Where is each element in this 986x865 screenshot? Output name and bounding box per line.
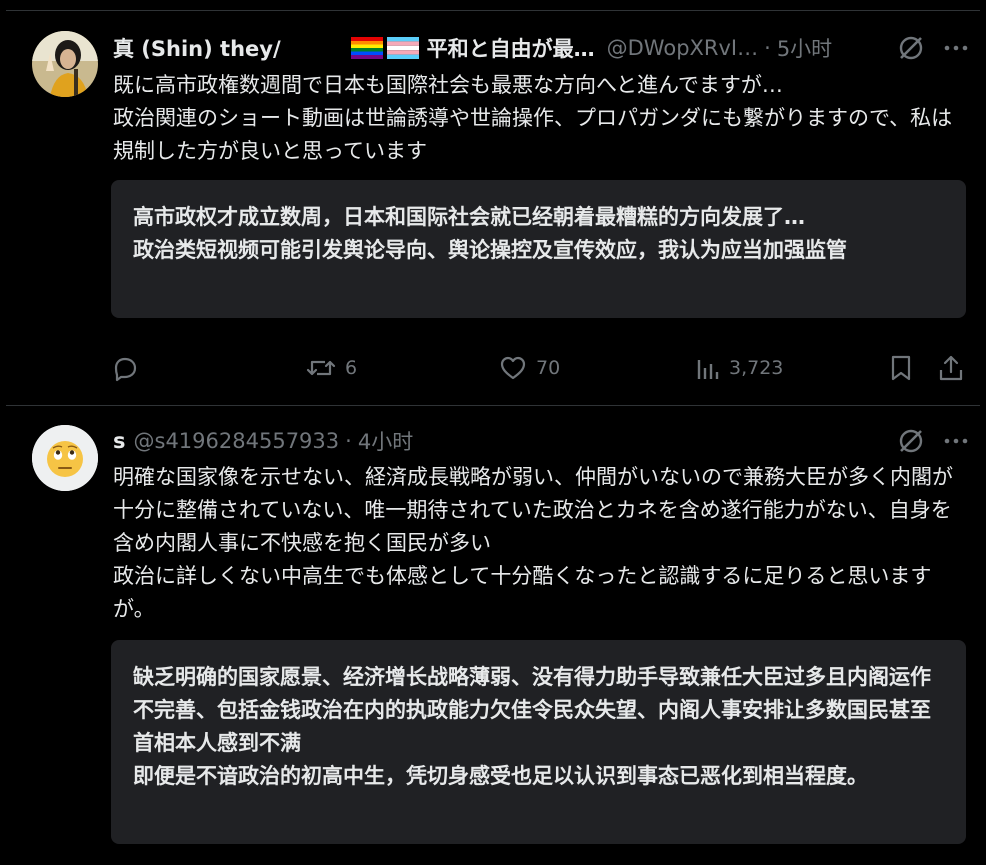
post-time[interactable]: 5小时: [777, 33, 832, 63]
header-actions: [898, 33, 968, 63]
like-count: 70: [536, 357, 561, 379]
blurred-name-segment: [283, 37, 351, 59]
eye-roll-emoji-icon: [32, 425, 98, 491]
translation-box: 缺乏明确的国家愿景、经济增长战略薄弱、没有得力助手导致兼任大臣过多且内阁运作不完…: [111, 640, 966, 844]
analytics-icon: [695, 354, 721, 382]
display-name[interactable]: s: [113, 429, 126, 453]
post-actions: 6 70 3,723: [110, 351, 968, 385]
translation-box: 高市政权才成立数周，日本和国际社会就已经朝着最糟糕的方向发展了… 政治类短视频可…: [111, 180, 966, 318]
avatar[interactable]: [32, 425, 98, 491]
like-button[interactable]: 70: [498, 351, 560, 385]
views-button[interactable]: 3,723: [695, 351, 783, 385]
top-divider: [6, 10, 980, 11]
display-name-suffix[interactable]: 平和と自由が最…: [427, 33, 595, 63]
trans-flag-icon: [386, 37, 419, 59]
share-icon: [936, 353, 966, 383]
post-header: s @s4196284557933 · 4小时: [113, 426, 968, 456]
share-button[interactable]: [936, 351, 966, 385]
user-handle[interactable]: @DWopXRvI…: [607, 36, 758, 60]
avatar-photo: [32, 31, 98, 97]
post-time[interactable]: 4小时: [358, 426, 413, 456]
rainbow-flag-icon: [350, 37, 383, 59]
repost-button[interactable]: 6: [305, 351, 357, 385]
repost-icon: [305, 353, 337, 383]
post-header: 真 (Shin) they/ 平和と自由が最… @DWopXRvI… · 5小时: [113, 33, 968, 63]
repost-count: 6: [345, 357, 358, 379]
separator-dot: ·: [764, 36, 771, 60]
display-name[interactable]: 真 (Shin) they/: [113, 33, 281, 63]
post-text: 既に高市政権数週間で日本も国際社会も最悪な方向へと進んでますが… 政治関連のショ…: [113, 73, 953, 163]
bookmark-icon: [888, 353, 914, 383]
reply-icon: [110, 353, 140, 383]
post-text: 明確な国家像を示せない、経済成長戦略が弱い、仲間がいないので兼務大臣が多く内閣が…: [113, 465, 953, 621]
grok-icon[interactable]: [898, 35, 924, 61]
grok-icon[interactable]: [898, 428, 924, 454]
view-count: 3,723: [729, 357, 784, 379]
more-options-icon[interactable]: [944, 45, 968, 51]
post-divider: [6, 405, 980, 406]
header-actions: [898, 426, 968, 456]
user-handle[interactable]: @s4196284557933: [134, 429, 340, 453]
bookmark-button[interactable]: [888, 351, 914, 385]
heart-icon: [498, 353, 528, 383]
more-options-icon[interactable]: [944, 438, 968, 444]
avatar[interactable]: [32, 31, 98, 97]
reply-button[interactable]: [110, 351, 140, 385]
separator-dot: ·: [345, 429, 352, 453]
